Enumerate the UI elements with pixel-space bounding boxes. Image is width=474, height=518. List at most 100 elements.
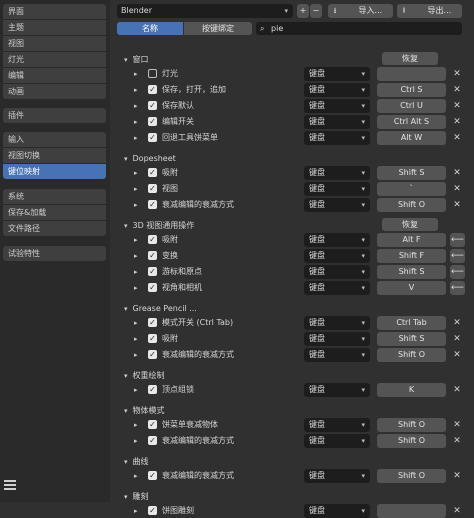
keymap-item-checkbox[interactable]: ✓	[148, 200, 157, 209]
key-binding-button[interactable]	[377, 67, 446, 81]
key-binding-button[interactable]: `	[377, 182, 446, 196]
input-type-select[interactable]: 键盘 ▾	[304, 418, 370, 432]
expand-row-icon[interactable]: ▸	[134, 182, 142, 196]
add-preset-button[interactable]: +	[297, 4, 309, 18]
input-type-select[interactable]: 键盘 ▾	[304, 316, 370, 330]
tab-filter-name[interactable]: 名称	[117, 22, 183, 35]
import-button[interactable]: ⭳ 导入...	[328, 4, 393, 18]
remove-item-icon[interactable]: ✕	[450, 115, 464, 129]
sidebar-item-13[interactable]: 试验特性	[3, 246, 106, 261]
key-binding-button[interactable]: K	[377, 383, 446, 397]
expand-row-icon[interactable]: ▸	[134, 265, 142, 279]
restore-section-button[interactable]: 恢复	[382, 218, 438, 231]
expand-row-icon[interactable]: ▸	[134, 434, 142, 448]
input-type-select[interactable]: 键盘 ▾	[304, 469, 370, 483]
key-binding-button[interactable]	[377, 504, 446, 518]
expand-row-icon[interactable]: ▸	[134, 348, 142, 362]
input-type-select[interactable]: 键盘 ▾	[304, 99, 370, 113]
restore-item-icon[interactable]: ⟵	[450, 233, 465, 247]
keymap-item-checkbox[interactable]: ✓	[148, 318, 157, 327]
section-header-7[interactable]: ▾ 雕刻	[124, 491, 294, 503]
section-header-2[interactable]: ▾ 3D 视图通用操作	[124, 220, 294, 232]
remove-item-icon[interactable]: ✕	[450, 83, 464, 97]
keymap-item-checkbox[interactable]: ✓	[148, 101, 157, 110]
remove-item-icon[interactable]: ✕	[450, 67, 464, 81]
keymap-search-input[interactable]: ⌕ pie	[256, 22, 462, 35]
remove-item-icon[interactable]: ✕	[450, 383, 464, 397]
key-binding-button[interactable]: Ctrl U	[377, 99, 446, 113]
expand-row-icon[interactable]: ▸	[134, 332, 142, 346]
section-header-1[interactable]: ▾ Dopesheet	[124, 153, 294, 165]
keymap-item-checkbox[interactable]: ✓	[148, 267, 157, 276]
keymap-item-checkbox[interactable]: ✓	[148, 334, 157, 343]
sidebar-item-7[interactable]: 输入	[3, 132, 106, 147]
expand-row-icon[interactable]: ▸	[134, 469, 142, 483]
section-header-0[interactable]: ▾ 窗口	[124, 54, 294, 66]
sidebar-item-4[interactable]: 编辑	[3, 68, 106, 83]
remove-item-icon[interactable]: ✕	[450, 166, 464, 180]
input-type-select[interactable]: 键盘 ▾	[304, 166, 370, 180]
section-header-5[interactable]: ▾ 物体模式	[124, 405, 294, 417]
input-type-select[interactable]: 键盘 ▾	[304, 434, 370, 448]
input-type-select[interactable]: 键盘 ▾	[304, 83, 370, 97]
expand-row-icon[interactable]: ▸	[134, 131, 142, 145]
keymap-item-checkbox[interactable]	[148, 69, 157, 78]
keymap-item-checkbox[interactable]: ✓	[148, 436, 157, 445]
sidebar-item-10[interactable]: 系统	[3, 189, 106, 204]
sidebar-item-6[interactable]: 插件	[3, 108, 106, 123]
sidebar-item-3[interactable]: 灯光	[3, 52, 106, 67]
menu-icon[interactable]	[4, 480, 16, 492]
section-header-3[interactable]: ▾ Grease Pencil ...	[124, 303, 294, 315]
input-type-select[interactable]: 键盘 ▾	[304, 249, 370, 263]
keymap-item-checkbox[interactable]: ✓	[148, 117, 157, 126]
restore-item-icon[interactable]: ⟵	[450, 265, 465, 279]
remove-preset-button[interactable]: −	[310, 4, 322, 18]
remove-item-icon[interactable]: ✕	[450, 198, 464, 212]
keymap-item-checkbox[interactable]: ✓	[148, 133, 157, 142]
remove-item-icon[interactable]: ✕	[450, 182, 464, 196]
keymap-item-checkbox[interactable]: ✓	[148, 251, 157, 260]
keymap-item-checkbox[interactable]: ✓	[148, 471, 157, 480]
tab-filter-key-binding[interactable]: 按键绑定	[184, 22, 252, 35]
keymap-item-checkbox[interactable]: ✓	[148, 168, 157, 177]
input-type-select[interactable]: 键盘 ▾	[304, 198, 370, 212]
key-binding-button[interactable]: Shift O	[377, 198, 446, 212]
keymap-item-checkbox[interactable]: ✓	[148, 506, 157, 515]
remove-item-icon[interactable]: ✕	[450, 332, 464, 346]
input-type-select[interactable]: 键盘 ▾	[304, 281, 370, 295]
expand-row-icon[interactable]: ▸	[134, 504, 142, 518]
input-type-select[interactable]: 键盘 ▾	[304, 332, 370, 346]
expand-row-icon[interactable]: ▸	[134, 115, 142, 129]
expand-row-icon[interactable]: ▸	[134, 233, 142, 247]
keymap-item-checkbox[interactable]: ✓	[148, 420, 157, 429]
sidebar-item-11[interactable]: 保存&加载	[3, 205, 106, 220]
sidebar-item-9[interactable]: 键位映射	[3, 164, 106, 179]
expand-row-icon[interactable]: ▸	[134, 418, 142, 432]
keymap-preset-select[interactable]: Blender ▾	[117, 4, 293, 18]
section-header-4[interactable]: ▾ 权重绘制	[124, 370, 294, 382]
expand-row-icon[interactable]: ▸	[134, 316, 142, 330]
export-button[interactable]: ⭱ 导出...	[397, 4, 462, 18]
sidebar-item-0[interactable]: 界面	[3, 4, 106, 19]
key-binding-button[interactable]: Shift O	[377, 469, 446, 483]
expand-row-icon[interactable]: ▸	[134, 249, 142, 263]
key-binding-button[interactable]: Shift S	[377, 265, 446, 279]
remove-item-icon[interactable]: ✕	[450, 131, 464, 145]
sidebar-item-5[interactable]: 动画	[3, 84, 106, 99]
section-header-6[interactable]: ▾ 曲线	[124, 456, 294, 468]
sidebar-item-2[interactable]: 视图	[3, 36, 106, 51]
key-binding-button[interactable]: Ctrl S	[377, 83, 446, 97]
restore-item-icon[interactable]: ⟵	[450, 281, 465, 295]
remove-item-icon[interactable]: ✕	[450, 316, 464, 330]
input-type-select[interactable]: 键盘 ▾	[304, 383, 370, 397]
key-binding-button[interactable]: Shift O	[377, 434, 446, 448]
remove-item-icon[interactable]: ✕	[450, 434, 464, 448]
keymap-item-checkbox[interactable]: ✓	[148, 283, 157, 292]
input-type-select[interactable]: 键盘 ▾	[304, 348, 370, 362]
expand-row-icon[interactable]: ▸	[134, 166, 142, 180]
key-binding-button[interactable]: Shift S	[377, 166, 446, 180]
key-binding-button[interactable]: V	[377, 281, 446, 295]
restore-item-icon[interactable]: ⟵	[450, 249, 465, 263]
key-binding-button[interactable]: Shift O	[377, 418, 446, 432]
remove-item-icon[interactable]: ✕	[450, 99, 464, 113]
